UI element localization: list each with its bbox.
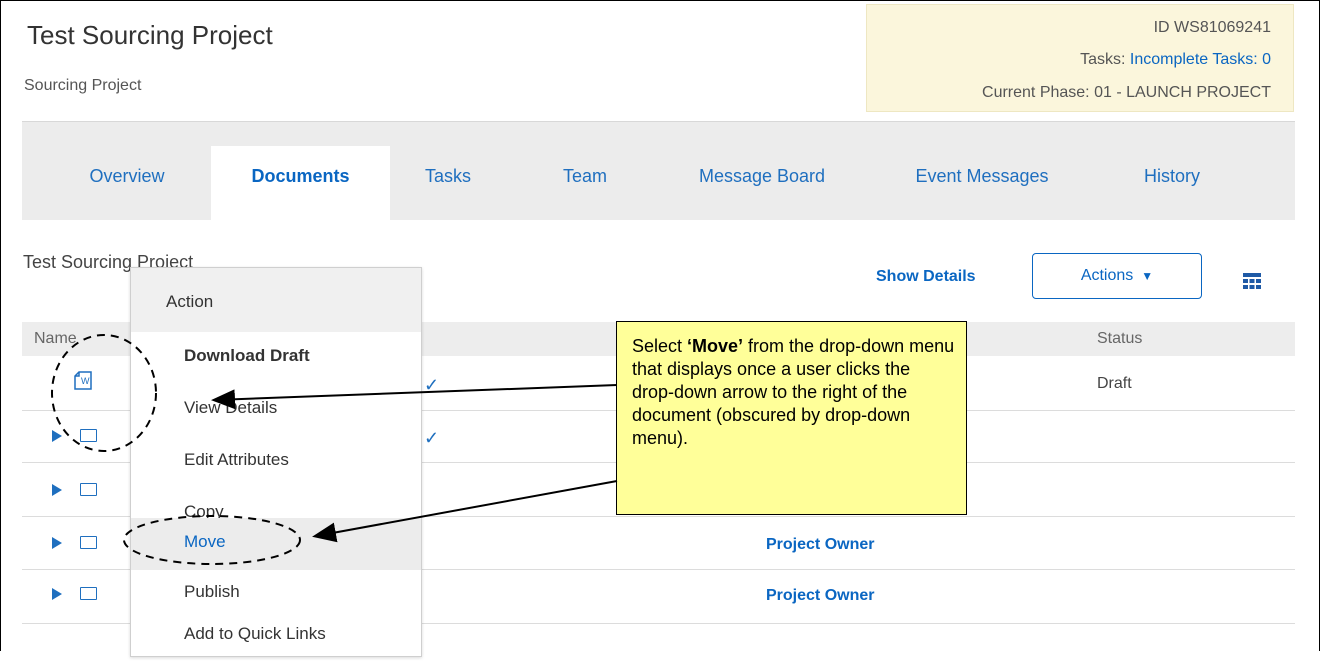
- annotation-overlay: [51, 334, 618, 565]
- highlight-ellipse-document: [51, 334, 157, 452]
- arrow-to-move: [312, 480, 618, 543]
- highlight-ellipse-move: [123, 515, 301, 565]
- arrow-to-view-details: [211, 384, 618, 410]
